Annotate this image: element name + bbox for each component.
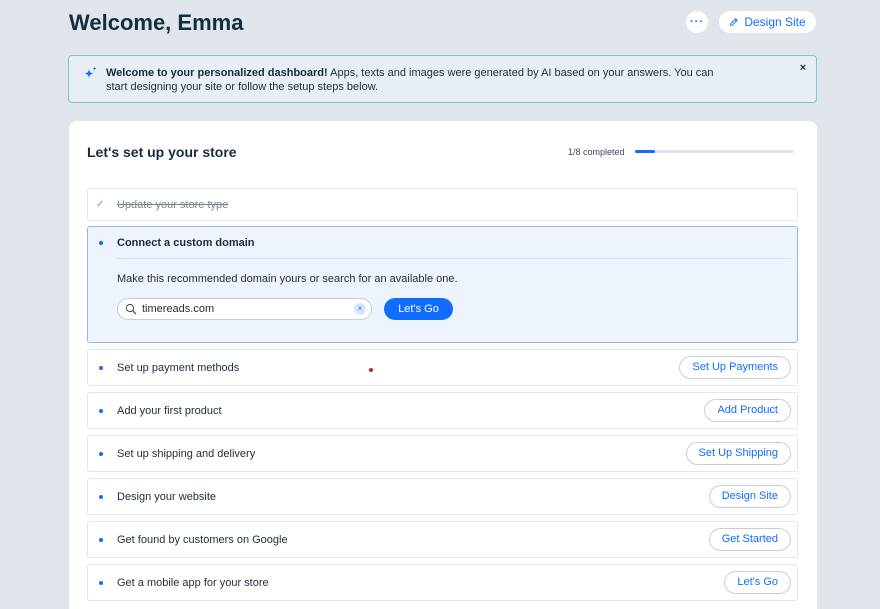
cursor-marker	[369, 368, 373, 372]
step-mobile-app[interactable]: Get a mobile app for your store Let's Go	[87, 564, 798, 601]
add-product-button[interactable]: Add Product	[704, 399, 791, 422]
step-label: Update your store type	[117, 199, 229, 211]
step-bullet-icon	[99, 581, 103, 585]
set-up-shipping-button[interactable]: Set Up Shipping	[685, 442, 791, 465]
domain-search-input[interactable]	[142, 301, 347, 317]
step-add-product[interactable]: Add your first product Add Product	[87, 392, 798, 429]
step-shipping[interactable]: Set up shipping and delivery Set Up Ship…	[87, 435, 798, 472]
clear-input-button[interactable]: ×	[354, 303, 366, 315]
domain-search-field: ×	[117, 298, 372, 320]
divider	[117, 258, 791, 259]
domain-description: Make this recommended domain yours or se…	[117, 273, 458, 285]
progress-bar-fill	[635, 150, 655, 153]
connect-domain-lets-go-button[interactable]: Let's Go	[384, 298, 453, 320]
sparkle-icon	[84, 66, 97, 78]
progress-bar	[635, 150, 794, 153]
mobile-app-lets-go-button[interactable]: Let's Go	[724, 571, 791, 594]
step-bullet-icon	[99, 409, 103, 413]
step-design-website[interactable]: Design your website Design Site	[87, 478, 798, 515]
step-label: Get found by customers on Google	[117, 534, 288, 546]
banner-message: Welcome to your personalized dashboard! …	[106, 66, 726, 94]
step-label: Get a mobile app for your store	[117, 577, 269, 589]
step-bullet-icon	[99, 495, 103, 499]
step-update-store-type[interactable]: ✓ Update your store type	[87, 188, 798, 221]
checkmark-icon: ✓	[96, 199, 105, 210]
set-up-payments-button[interactable]: Set Up Payments	[679, 356, 791, 379]
design-site-button[interactable]: Design Site	[719, 11, 816, 33]
step-google[interactable]: Get found by customers on Google Get Sta…	[87, 521, 798, 558]
get-started-button[interactable]: Get Started	[708, 528, 791, 551]
step-label: Set up shipping and delivery	[117, 448, 256, 460]
step-payments[interactable]: Set up payment methods Set Up Payments	[87, 349, 798, 386]
dashboard-header: Welcome, Emma ··· Design Site	[69, 10, 817, 36]
step-bullet-icon	[99, 241, 103, 245]
more-options-button[interactable]: ···	[686, 11, 708, 33]
step-bullet-icon	[99, 452, 103, 456]
page-title: Welcome, Emma	[69, 10, 244, 35]
step-bullet-icon	[99, 538, 103, 542]
ai-welcome-banner: Welcome to your personalized dashboard! …	[68, 55, 817, 103]
design-site-button-label: Design Site	[744, 15, 806, 29]
step-label: Add your first product	[117, 405, 222, 417]
close-banner-button[interactable]: ×	[797, 62, 809, 74]
progress-label: 1/8 completed	[568, 147, 625, 157]
setup-card: Let's set up your store 1/8 completed ✓ …	[69, 121, 817, 609]
step-bullet-icon	[99, 366, 103, 370]
step-connect-domain: Connect a custom domain Make this recomm…	[87, 226, 798, 343]
step-label: Connect a custom domain	[117, 237, 255, 249]
search-icon	[125, 303, 137, 315]
design-site-step-button[interactable]: Design Site	[708, 485, 791, 508]
banner-bold-text: Welcome to your personalized dashboard!	[106, 67, 328, 79]
step-label: Set up payment methods	[117, 362, 240, 374]
step-label: Design your website	[117, 491, 217, 503]
pencil-icon	[730, 18, 739, 26]
setup-title: Let's set up your store	[87, 144, 237, 160]
